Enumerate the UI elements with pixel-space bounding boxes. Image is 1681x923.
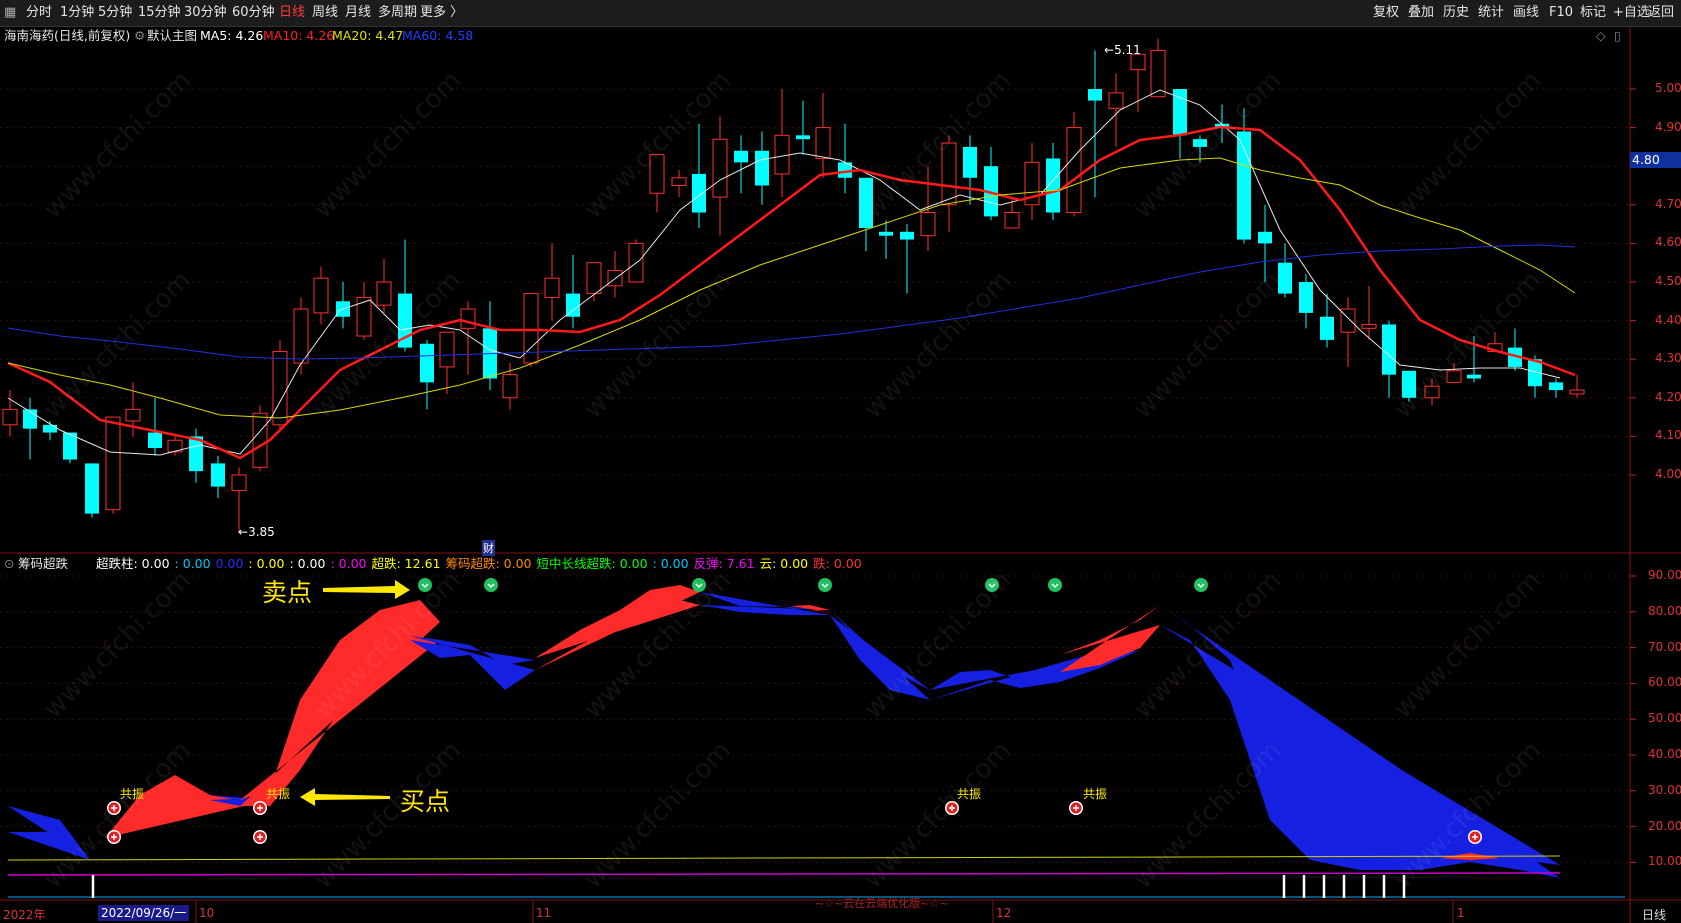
candle-body bbox=[2, 408, 18, 426]
indicator-band bbox=[410, 636, 535, 690]
kline-chart[interactable] bbox=[0, 0, 1681, 923]
candle-body bbox=[85, 463, 99, 514]
candle-body bbox=[1237, 131, 1251, 240]
candle-body bbox=[920, 212, 936, 237]
sell-marker-icon bbox=[818, 578, 832, 592]
indicator-tick-5: 40.00 bbox=[1648, 747, 1681, 761]
candle-body bbox=[1108, 92, 1124, 109]
low-price-mark: ←3.85 bbox=[238, 525, 275, 539]
price-tick-1: 4.90 bbox=[1655, 119, 1681, 134]
price-tick-4: 4.60 bbox=[1655, 235, 1681, 250]
candle-body bbox=[1299, 282, 1313, 313]
candle-body bbox=[1088, 89, 1102, 101]
candle-body bbox=[460, 308, 476, 329]
candle-body bbox=[1467, 374, 1481, 379]
month-label-12: 12 bbox=[996, 906, 1012, 920]
indicator-tick-0: 90.00 bbox=[1648, 568, 1681, 582]
candle-body bbox=[502, 374, 518, 399]
indicator-tick-7: 20.00 bbox=[1648, 818, 1681, 833]
high-price-mark: ←5.11 bbox=[1104, 43, 1141, 57]
candle-body bbox=[796, 135, 810, 140]
sell-marker-icon bbox=[1194, 578, 1208, 592]
candle-body bbox=[544, 277, 560, 298]
candle-body bbox=[879, 231, 893, 236]
resonance-label-2: 共振 bbox=[266, 787, 291, 801]
candle-body bbox=[105, 416, 121, 511]
candle-body bbox=[420, 343, 434, 383]
candle-body bbox=[712, 138, 728, 198]
candle-body bbox=[376, 281, 392, 306]
resonance-label-4: 共振 bbox=[1083, 787, 1108, 801]
candle-body bbox=[211, 463, 225, 487]
candle-body bbox=[1549, 382, 1563, 391]
current-price-tag: 4.80 bbox=[1630, 152, 1681, 168]
sell-marker-icon bbox=[1048, 578, 1062, 592]
candle-body bbox=[1361, 323, 1377, 329]
candle-body bbox=[774, 134, 790, 175]
period-label: 日线 bbox=[1642, 908, 1667, 922]
price-tick-3: 4.70 bbox=[1655, 196, 1681, 211]
candle-body bbox=[1258, 231, 1272, 244]
month-label-11: 11 bbox=[536, 906, 552, 920]
candle-body bbox=[231, 474, 247, 491]
candle-body bbox=[1150, 49, 1166, 98]
candle-body bbox=[148, 432, 162, 448]
indicator-footer: ~☆~云在云端优化版~☆~ bbox=[815, 897, 949, 910]
price-tick-9: 4.10 bbox=[1655, 428, 1681, 443]
candle-body bbox=[692, 173, 706, 213]
candle-body bbox=[671, 177, 687, 186]
candle-body bbox=[1066, 127, 1082, 214]
indicator-line bbox=[7, 872, 1561, 876]
candle-body bbox=[566, 293, 580, 317]
sell-point-label: 卖点 bbox=[262, 578, 313, 607]
ma10-line bbox=[7, 125, 1576, 460]
candle-body bbox=[1320, 316, 1334, 340]
candle-body bbox=[1569, 389, 1585, 395]
candle-body bbox=[755, 150, 769, 186]
candle-body bbox=[1382, 324, 1396, 375]
price-tick-10: 4.00 bbox=[1655, 467, 1681, 481]
indicator-tick-2: 70.00 bbox=[1648, 639, 1681, 654]
price-tick-6: 4.40 bbox=[1655, 312, 1681, 327]
candle-body bbox=[125, 408, 141, 422]
indicator-tick-4: 50.00 bbox=[1648, 711, 1681, 726]
price-tick-7: 4.30 bbox=[1655, 351, 1681, 366]
month-label-1: 1 bbox=[1457, 906, 1465, 920]
candle-body bbox=[313, 277, 329, 314]
sell-arrow-icon bbox=[323, 580, 410, 599]
candle-body bbox=[815, 127, 831, 159]
candle-body bbox=[43, 424, 57, 433]
price-tick-8: 4.20 bbox=[1655, 389, 1681, 404]
sell-marker-icon bbox=[484, 578, 498, 592]
year-label: 2022年 bbox=[3, 908, 46, 922]
candle-body bbox=[586, 262, 602, 295]
candle-body bbox=[252, 412, 268, 468]
indicator-tick-1: 80.00 bbox=[1648, 603, 1681, 618]
month-label-10: 10 bbox=[199, 906, 215, 920]
ma60-line bbox=[7, 244, 1576, 360]
indicator-tick-3: 60.00 bbox=[1648, 675, 1681, 690]
indicator-tick-8: 10.00 bbox=[1648, 854, 1681, 869]
price-tick-0: 5.00 bbox=[1655, 81, 1681, 95]
indicator-tick-6: 30.00 bbox=[1648, 782, 1681, 797]
candle-body bbox=[734, 150, 748, 163]
candle-body bbox=[963, 146, 977, 178]
price-tick-5: 4.50 bbox=[1655, 274, 1681, 288]
candle-body bbox=[293, 308, 309, 364]
candle-body bbox=[900, 231, 914, 240]
candle-body bbox=[272, 350, 288, 426]
candle-body bbox=[23, 409, 37, 429]
selected-date: 2022/09/26/一 bbox=[98, 905, 190, 921]
candle-body bbox=[1004, 212, 1020, 229]
finance-mark[interactable]: 财 bbox=[482, 540, 495, 556]
candle-body bbox=[439, 331, 455, 368]
